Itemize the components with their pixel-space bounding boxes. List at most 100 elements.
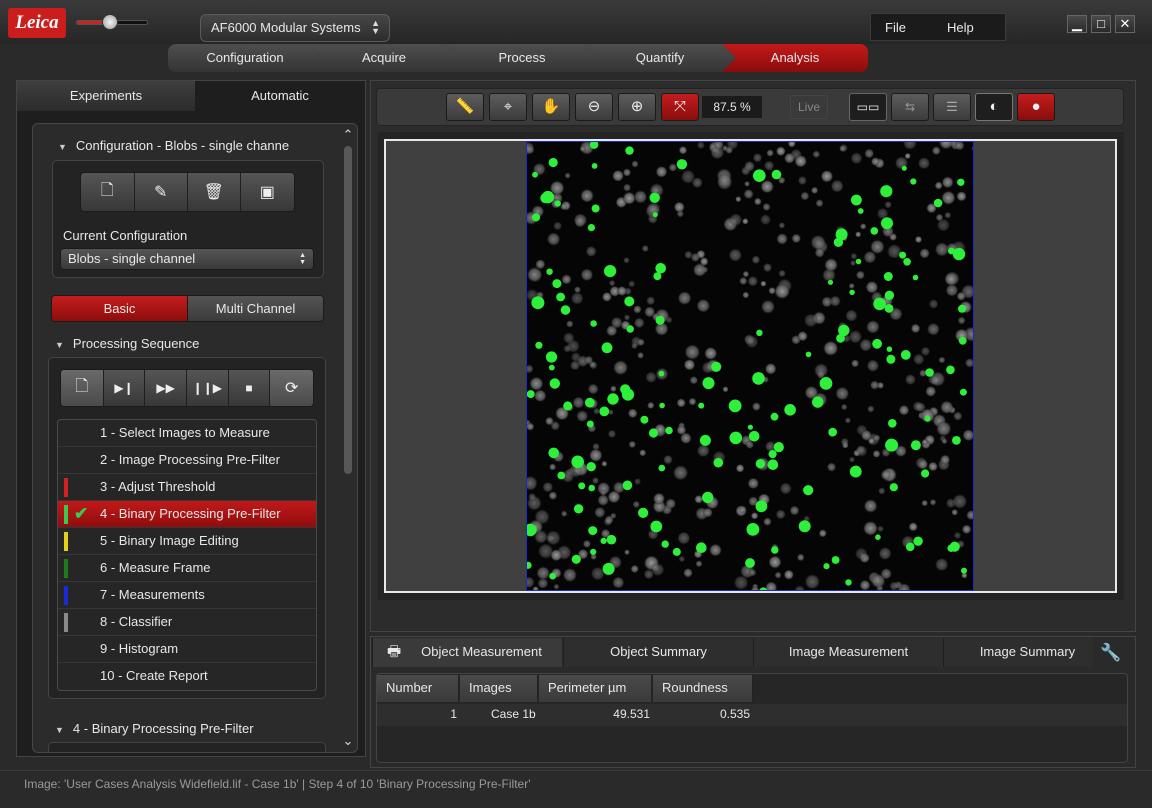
delete-config-button[interactable]: 🗑 — [188, 173, 241, 211]
save-config-button[interactable]: ▣ — [241, 173, 294, 211]
cell-gray — [678, 145, 688, 155]
cell-gray — [647, 401, 655, 410]
refresh-button[interactable]: ⟳ — [270, 370, 313, 406]
tab-experiments[interactable]: Experiments — [17, 81, 195, 111]
cell-detected — [540, 192, 551, 204]
step-over-button[interactable]: ❙❙▶ — [187, 370, 229, 406]
ruler-button[interactable]: 📏 — [446, 93, 484, 121]
fast-forward-button[interactable]: ▶▶ — [145, 370, 187, 406]
stop-button[interactable]: ■ — [229, 370, 271, 406]
cell-detected — [588, 484, 595, 492]
cell-gray — [748, 568, 757, 577]
cell-gray — [928, 299, 939, 309]
menu-help[interactable]: Help — [947, 20, 974, 35]
step-configuration[interactable]: Configuration — [168, 44, 322, 72]
system-select[interactable]: AF6000 Modular Systems ▲ ▼ — [200, 14, 390, 42]
sequence-item[interactable]: 3 - Adjust Threshold — [58, 474, 316, 501]
step-forward-button[interactable]: ▶❙ — [104, 370, 146, 406]
cell-detected — [649, 192, 660, 203]
tab-image-measurement[interactable]: Image Measurement — [753, 638, 943, 667]
scroll-up-icon[interactable]: ⌃ — [341, 127, 355, 143]
table-row[interactable] — [377, 704, 1127, 726]
column-header-perimeter[interactable]: Perimeter µm — [539, 675, 652, 702]
current-configuration-select[interactable]: Blobs - single channel ▲ ▼ — [60, 248, 314, 270]
cell-gray — [878, 487, 886, 495]
new-step-button[interactable]: 🗋 — [61, 370, 104, 406]
scroll-down-icon[interactable]: ⌄ — [341, 733, 355, 749]
cell-gray — [564, 172, 571, 179]
column-header-images[interactable]: Images — [460, 675, 538, 702]
cell-gray — [859, 579, 871, 590]
step-process[interactable]: Process — [446, 44, 598, 72]
cell-gray — [956, 291, 966, 301]
mode-basic[interactable]: Basic — [52, 296, 187, 321]
tab-automatic[interactable]: Automatic — [195, 81, 365, 111]
step-analysis[interactable]: Analysis — [722, 44, 868, 72]
tab-image-summary[interactable]: Image Summary — [943, 638, 1093, 667]
cell-detected — [676, 159, 688, 170]
cell-gray — [600, 489, 607, 497]
sequence-item[interactable]: 9 - Histogram — [58, 636, 316, 663]
sequence-item[interactable]: 10 - Create Report — [58, 663, 316, 690]
brightness-slider-knob[interactable] — [102, 14, 118, 30]
cell-detected — [658, 370, 665, 377]
cell-gray — [573, 213, 588, 228]
minimize-button[interactable]: ▁ — [1067, 15, 1087, 33]
new-config-button[interactable]: 🗋 — [81, 173, 135, 211]
tab-object-measurement[interactable]: 🖶 Object Measurement (1,157) — [372, 638, 562, 687]
cell-gray — [742, 218, 749, 225]
settings-wrench-button[interactable]: 🔧 — [1094, 639, 1128, 666]
cell-gray — [762, 202, 771, 212]
column-header-number[interactable]: Number — [377, 675, 459, 702]
zoom-out-button[interactable]: ⊖ — [575, 93, 613, 121]
step-quantify[interactable]: Quantify — [584, 44, 736, 72]
cell-gray — [562, 567, 578, 583]
sequence-item-label: 3 - Adjust Threshold — [100, 479, 216, 494]
cell-detected — [535, 341, 543, 349]
configuration-section-header[interactable]: ▼ Configuration - Blobs - single channe — [58, 138, 289, 153]
tab-object-summary[interactable]: Object Summary — [563, 638, 753, 667]
processing-sequence-header[interactable]: ▼ Processing Sequence — [55, 336, 199, 351]
fit-to-window-button[interactable]: ⤧ — [661, 93, 699, 121]
compare-view-button[interactable]: ⇆ — [891, 93, 929, 121]
split-view-button[interactable]: ▭▭ — [849, 93, 887, 121]
left-scrollbar-thumb[interactable] — [344, 146, 352, 474]
menu-file[interactable]: File — [885, 20, 906, 35]
cell-gray — [851, 359, 860, 368]
table-view-button[interactable]: ☰ — [933, 93, 971, 121]
step-acquire[interactable]: Acquire — [308, 44, 460, 72]
crosshair-button[interactable]: ⌖ — [489, 93, 527, 121]
cell-gray — [850, 252, 858, 260]
maximize-button[interactable]: □ — [1091, 15, 1111, 33]
sequence-item[interactable]: 7 - Measurements — [58, 582, 316, 609]
cell-gray — [760, 280, 767, 287]
cell-gray — [549, 463, 557, 471]
live-button[interactable]: Live — [790, 95, 828, 119]
microscopy-image[interactable] — [526, 141, 974, 591]
sequence-item-selected[interactable]: ✔ 4 - Binary Processing Pre-Filter — [58, 501, 316, 528]
mode-multi-channel[interactable]: Multi Channel — [187, 296, 323, 321]
pan-button[interactable]: ✋ — [532, 93, 570, 121]
sequence-item[interactable]: 6 - Measure Frame — [58, 555, 316, 582]
cell-gray — [934, 181, 943, 190]
close-button[interactable]: ✕ — [1115, 15, 1135, 33]
zoom-in-button[interactable]: ⊕ — [618, 93, 656, 121]
sequence-item[interactable]: 5 - Binary Image Editing — [58, 528, 316, 555]
cell-gray — [527, 364, 534, 374]
cell-gray — [867, 405, 875, 413]
cell-gray — [546, 232, 561, 246]
cell-gray — [938, 356, 946, 364]
overlay-gray-button[interactable]: ◐ — [975, 93, 1013, 121]
cell-gray — [663, 454, 673, 465]
column-header-roundness[interactable]: Roundness — [653, 675, 753, 702]
detail-section-header[interactable]: ▼ 4 - Binary Processing Pre-Filter — [55, 721, 254, 736]
fast-forward-icon: ▶▶ — [156, 381, 175, 395]
cell-gray — [956, 191, 967, 202]
edit-config-button[interactable]: ✎ — [135, 173, 188, 211]
sequence-item[interactable]: 8 - Classifier — [58, 609, 316, 636]
cell-gray — [804, 573, 821, 590]
sequence-item[interactable]: 1 - Select Images to Measure — [58, 420, 316, 447]
sequence-item[interactable]: 2 - Image Processing Pre-Filter — [58, 447, 316, 474]
cell-gray — [779, 482, 792, 495]
overlay-red-button[interactable]: ● — [1017, 93, 1055, 121]
